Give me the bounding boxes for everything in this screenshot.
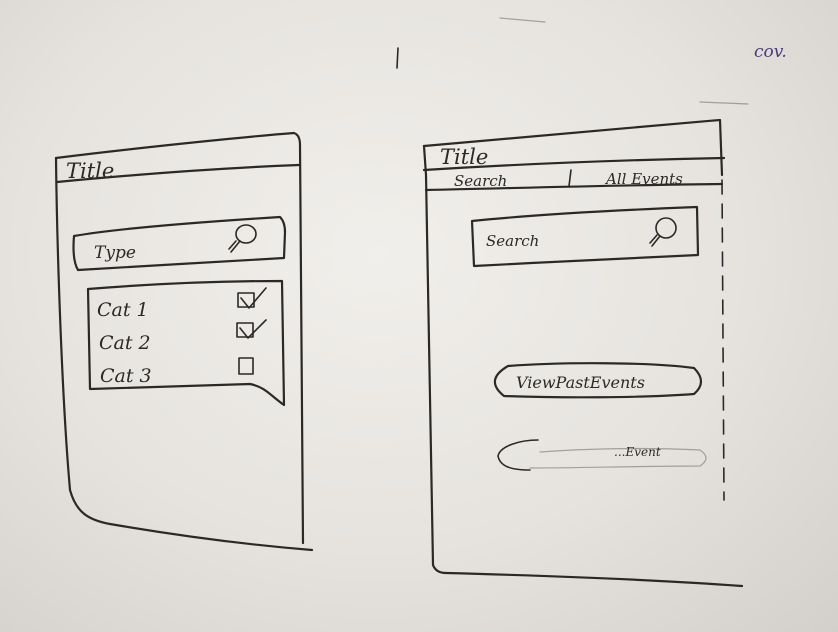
category-label: Cat 3: [100, 365, 152, 387]
search-bar[interactable]: Search: [470, 205, 700, 268]
app-title: Title: [440, 145, 488, 169]
view-past-events-button[interactable]: ViewPastEvents: [493, 362, 703, 399]
category-item-3[interactable]: Cat 3: [100, 357, 254, 387]
button-label: ...Event: [614, 445, 661, 459]
category-item-1[interactable]: Cat 1: [97, 287, 267, 321]
search-placeholder: Search: [486, 232, 539, 250]
category-item-2[interactable]: Cat 2: [99, 319, 267, 354]
search-icon[interactable]: [649, 217, 677, 247]
phone-frame-edge: [721, 179, 725, 501]
stray-mark: [396, 47, 399, 69]
category-label: Cat 2: [99, 332, 151, 354]
category-list: Cat 1 Cat 2 Cat 3: [86, 279, 286, 407]
sketch-canvas: cov. Title Type Cat 1 Cat 2 Cat 3 Title …: [54, 17, 787, 588]
faint-mark: [499, 17, 546, 23]
whiteboard: cov. Title Type Cat 1 Cat 2 Cat 3 Title …: [0, 0, 838, 632]
faint-button[interactable]: ...Event: [497, 439, 707, 471]
category-label: Cat 1: [97, 299, 149, 321]
category-checkbox[interactable]: [238, 357, 254, 375]
search-placeholder: Type: [94, 243, 136, 263]
tab-all-events[interactable]: All Events: [604, 170, 683, 188]
phone-frame: [54, 131, 305, 545]
button-label: ViewPastEvents: [516, 373, 645, 392]
search-icon[interactable]: [228, 224, 257, 253]
faint-mark: [699, 101, 749, 105]
tab-search[interactable]: Search: [454, 172, 507, 190]
tab-bar: Search All Events: [424, 169, 724, 192]
right-phone-mockup: Title Search All Events Search ViewPastE…: [422, 118, 744, 588]
left-phone-mockup: Title Type Cat 1 Cat 2 Cat 3: [54, 131, 314, 552]
app-title: Title: [66, 159, 114, 183]
search-bar[interactable]: Type: [72, 215, 287, 272]
tab-divider: [568, 169, 572, 187]
board-scribble: cov.: [754, 42, 787, 62]
button-outline[interactable]: [497, 439, 539, 471]
